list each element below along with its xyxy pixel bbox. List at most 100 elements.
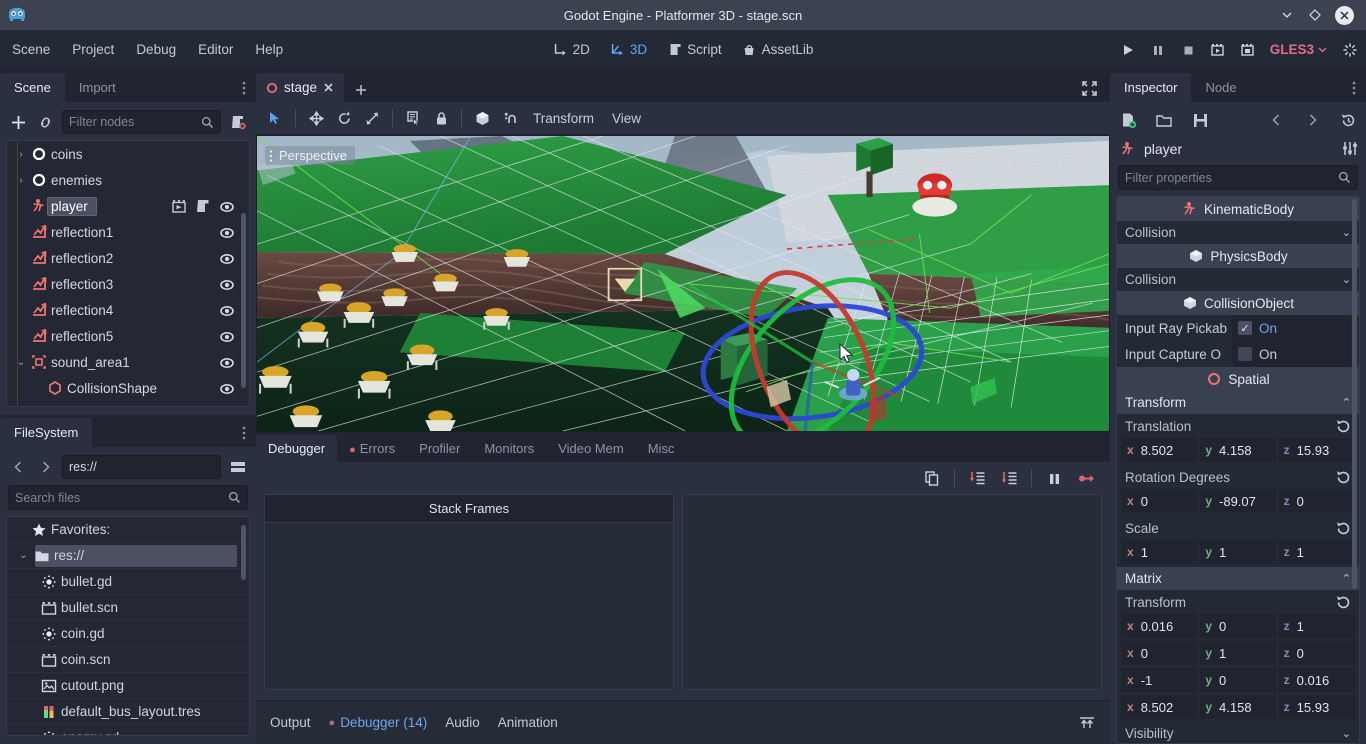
- tab-script[interactable]: Script: [659, 38, 730, 61]
- vector-z-field[interactable]: z 15.93: [1277, 695, 1355, 719]
- inspector-group-matrix[interactable]: Matrix ⌃: [1117, 567, 1359, 590]
- inspector-vector-row[interactable]: x0y1z0: [1117, 641, 1359, 668]
- bottom-tab-output[interactable]: Output: [270, 715, 311, 730]
- visibility-toggle-icon[interactable]: [219, 251, 234, 265]
- vector-y-field[interactable]: y1: [1199, 540, 1278, 564]
- vector-z-field[interactable]: z1: [1277, 614, 1355, 638]
- maximize-button[interactable]: [1307, 7, 1323, 23]
- filesystem-dock-menu-button[interactable]: [242, 425, 256, 447]
- save-resource-button[interactable]: [1190, 110, 1210, 130]
- menu-help[interactable]: Help: [245, 38, 293, 61]
- bottom-tab-audio[interactable]: Audio: [445, 715, 480, 730]
- close-icon[interactable]: [323, 82, 334, 93]
- revert-icon[interactable]: [1335, 520, 1351, 536]
- inspector-group-visibility[interactable]: Visibility ⌄: [1117, 722, 1359, 743]
- debugger-tab-profiler[interactable]: Profiler: [407, 435, 472, 462]
- chevron-icon[interactable]: ⌄: [1342, 226, 1351, 239]
- minimize-button[interactable]: [1279, 7, 1295, 23]
- filesystem-item[interactable]: Favorites:: [7, 517, 249, 543]
- menu-scene[interactable]: Scene: [2, 38, 60, 61]
- filesystem-item[interactable]: coin.scn: [7, 647, 249, 673]
- expand-arrow-icon[interactable]: ⌄: [17, 550, 30, 561]
- play-button[interactable]: [1120, 42, 1136, 58]
- history-icon[interactable]: [1338, 110, 1358, 130]
- inspector-vector-row[interactable]: x 8.502 y 4.158 z 15.93: [1117, 695, 1359, 722]
- scene-tree-item-enemies[interactable]: › enemies: [7, 167, 249, 193]
- remove-script-button[interactable]: [228, 112, 248, 132]
- scale-mode-button[interactable]: [359, 106, 385, 130]
- scene-tree-item-coins[interactable]: › coins: [7, 141, 249, 167]
- inspector-group-collision[interactable]: Collision ⌄: [1117, 221, 1359, 244]
- vector-z-field[interactable]: z0: [1277, 489, 1355, 513]
- inspector-menu-button[interactable]: [1352, 80, 1366, 102]
- rotate-mode-button[interactable]: [331, 106, 357, 130]
- vector-y-field[interactable]: y1: [1199, 641, 1278, 665]
- tab-2d[interactable]: 2D: [545, 38, 598, 61]
- inspector-property-input-ray-pickab[interactable]: Input Ray Pickab ✓ On: [1117, 315, 1359, 341]
- vector-z-field[interactable]: z1: [1277, 540, 1355, 564]
- play-custom-scene-button[interactable]: [1240, 42, 1256, 58]
- vector-y-field[interactable]: y0: [1199, 668, 1278, 692]
- inspector-vector-row[interactable]: x -1 y 0 z 0.016: [1117, 668, 1359, 695]
- inspector-scrollbar[interactable]: [1352, 199, 1357, 589]
- bottom-tab-debugger[interactable]: ● Debugger (14): [329, 715, 428, 730]
- vector-z-field[interactable]: z 15.93: [1277, 438, 1355, 462]
- inspector-group-transform[interactable]: Transform ⌃: [1117, 391, 1359, 414]
- vector-y-field[interactable]: y0: [1199, 614, 1278, 638]
- inspector-property-input-capture-o[interactable]: Input Capture O On: [1117, 341, 1359, 367]
- revert-icon[interactable]: [1335, 469, 1351, 485]
- renderer-selector[interactable]: GLES3: [1270, 42, 1328, 57]
- filter-nodes-input[interactable]: Filter nodes: [62, 110, 221, 134]
- transform-menu[interactable]: Transform: [525, 108, 602, 129]
- filesystem-item[interactable]: bullet.gd: [7, 569, 249, 595]
- vector-z-field[interactable]: z 0.016: [1277, 668, 1355, 692]
- revert-icon[interactable]: [1335, 418, 1351, 434]
- tab-assetlib[interactable]: AssetLib: [734, 38, 822, 61]
- debugger-tab-debugger[interactable]: Debugger: [256, 435, 338, 462]
- expand-arrow-icon[interactable]: ⌄: [13, 357, 29, 368]
- revert-icon[interactable]: [1335, 594, 1351, 610]
- scene-tree-scrollbar[interactable]: [241, 213, 246, 388]
- vector-y-field[interactable]: y 4.158: [1199, 438, 1278, 462]
- settings-spinner-icon[interactable]: [1342, 42, 1358, 58]
- scene-tree-item-reflection3[interactable]: reflection3: [7, 271, 249, 297]
- lock-button[interactable]: [428, 106, 454, 130]
- inspector-vector-row[interactable]: x 0.016 y 0 z 1: [1117, 614, 1359, 641]
- filesystem-path-field[interactable]: res://: [62, 455, 221, 479]
- vector-x-field[interactable]: x0: [1121, 641, 1200, 665]
- open-scene-icon[interactable]: [171, 198, 187, 214]
- inspector-vector-row[interactable]: x1y1z1: [1117, 540, 1359, 567]
- 3d-viewport[interactable]: Perspective: [256, 135, 1110, 432]
- add-node-button[interactable]: [8, 112, 28, 132]
- play-scene-button[interactable]: [1210, 42, 1226, 58]
- pause-button[interactable]: [1150, 42, 1166, 58]
- debugger-tab-errors[interactable]: ● Errors: [337, 435, 407, 462]
- visibility-toggle-icon[interactable]: [219, 355, 234, 369]
- menu-project[interactable]: Project: [62, 38, 124, 61]
- chevron-icon[interactable]: ⌃: [1342, 396, 1351, 409]
- scene-tree-item-collisionshape[interactable]: CollisionShape: [7, 375, 249, 401]
- inspect-values-pane[interactable]: [682, 494, 1102, 690]
- vector-x-field[interactable]: x -1: [1121, 668, 1200, 692]
- select-mode-button[interactable]: [262, 106, 288, 130]
- inspector-group-collision[interactable]: Collision ⌄: [1117, 268, 1359, 291]
- bottom-tab-animation[interactable]: Animation: [498, 715, 558, 730]
- move-mode-button[interactable]: [303, 106, 329, 130]
- checkbox[interactable]: ✓: [1238, 321, 1252, 335]
- filter-properties-input[interactable]: Filter properties: [1118, 165, 1358, 190]
- add-scene-tab-button[interactable]: [344, 78, 378, 102]
- scene-tab-stage[interactable]: stage: [256, 73, 345, 102]
- maximize-icon[interactable]: [1081, 80, 1110, 102]
- tab-scene[interactable]: Scene: [0, 73, 65, 102]
- visibility-toggle-icon[interactable]: [219, 303, 234, 317]
- continue-icon[interactable]: [1076, 468, 1096, 488]
- visibility-toggle-icon[interactable]: [219, 329, 234, 343]
- menu-editor[interactable]: Editor: [188, 38, 243, 61]
- inspector-vector-row[interactable]: x 8.502 y 4.158 z 15.93: [1117, 438, 1359, 465]
- inspector-vector-row[interactable]: x 0 y -89.07 z 0: [1117, 489, 1359, 516]
- pause-icon[interactable]: [1044, 468, 1064, 488]
- filesystem-item[interactable]: cutout.png: [7, 673, 249, 699]
- history-back-button[interactable]: [1266, 110, 1286, 130]
- debugger-tab-video-mem[interactable]: Video Mem: [546, 435, 636, 462]
- tab-3d[interactable]: 3D: [602, 38, 655, 61]
